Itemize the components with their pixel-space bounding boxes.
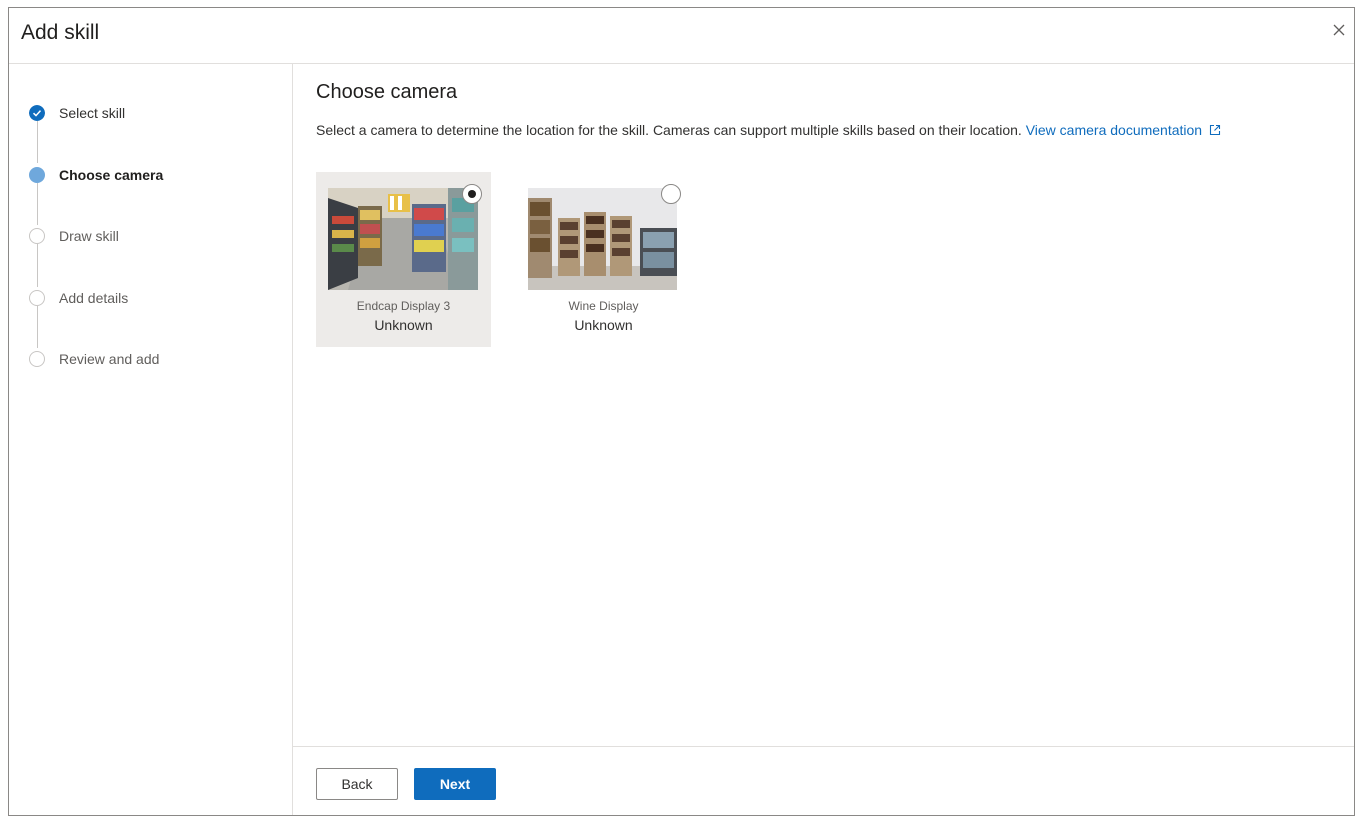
wine-shelf-image (528, 188, 677, 290)
wizard-steps: Select skill Choose camera Draw skill Ad… (9, 63, 293, 815)
main-content: Choose camera Select a camera to determi… (293, 63, 1354, 747)
view-camera-documentation-link[interactable]: View camera documentation (1026, 122, 1221, 138)
step-connector (37, 183, 38, 225)
step-label: Choose camera (59, 167, 164, 183)
camera-card-endcap-display-3[interactable]: Endcap Display 3 Unknown (316, 172, 491, 347)
camera-name: Wine Display (568, 299, 639, 313)
close-icon[interactable] (1331, 22, 1347, 38)
camera-card-wine-display[interactable]: Wine Display Unknown (516, 172, 691, 347)
description-text: Select a camera to determine the locatio… (316, 122, 1022, 138)
camera-name: Endcap Display 3 (356, 299, 451, 313)
pending-step-icon (29, 228, 45, 244)
step-label: Draw skill (59, 228, 119, 244)
step-label: Add details (59, 290, 129, 306)
link-text: View camera documentation (1025, 122, 1203, 138)
back-button[interactable]: Back (316, 768, 398, 800)
step-label: Select skill (59, 105, 126, 121)
page-description: Select a camera to determine the locatio… (316, 122, 1221, 138)
store-aisle-image (328, 188, 478, 290)
camera-status: Unknown (574, 317, 633, 333)
camera-thumbnail (328, 188, 478, 290)
step-connector (37, 244, 38, 287)
camera-status: Unknown (374, 317, 433, 333)
step-connector (37, 306, 38, 348)
dialog-footer: Back Next (293, 746, 1354, 815)
camera-radio-button[interactable] (462, 184, 482, 204)
next-button[interactable]: Next (414, 768, 496, 800)
add-skill-dialog: Add skill Select skill Choose camera Dra… (8, 7, 1355, 816)
pending-step-icon (29, 290, 45, 306)
camera-thumbnail (528, 188, 677, 290)
checkmark-circle-icon (29, 105, 45, 121)
radio-selected-dot (468, 190, 476, 198)
step-connector (37, 121, 38, 163)
page-title: Choose camera (316, 81, 458, 103)
step-label: Review and add (59, 351, 160, 367)
camera-radio-button[interactable] (661, 184, 681, 204)
current-step-icon (29, 167, 45, 183)
pending-step-icon (29, 351, 45, 367)
dialog-header: Add skill (9, 8, 1354, 64)
external-link-icon (1209, 124, 1221, 136)
dialog-title: Add skill (21, 21, 100, 44)
